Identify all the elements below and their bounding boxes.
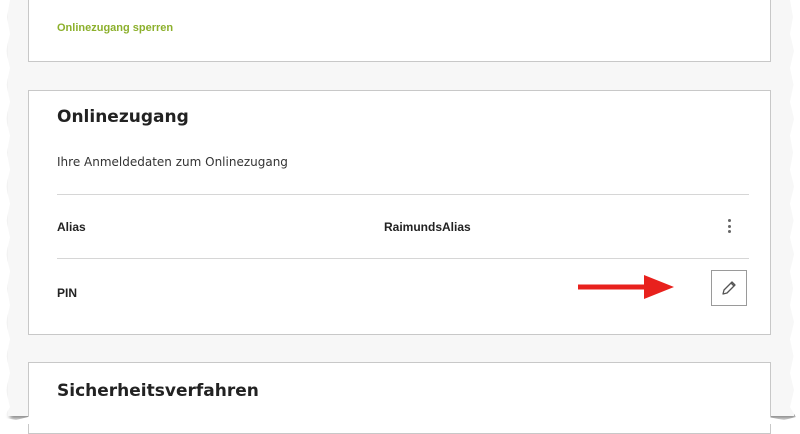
security-procedure-title: Sicherheitsverfahren [57,381,259,401]
lock-access-card: Onlinezugang sperren [28,0,771,62]
pin-label: PIN [57,286,78,300]
alias-label: Alias [57,220,86,234]
alias-value: RaimundsAlias [384,220,471,234]
lock-online-access-link[interactable]: Onlinezugang sperren [57,22,173,34]
red-arrow-icon [578,275,674,299]
online-access-title: Onlinezugang [57,107,189,127]
online-access-subtitle: Ihre Anmeldedaten zum Onlinezugang [57,155,288,169]
divider [57,258,749,259]
edit-pin-button[interactable] [711,270,747,306]
divider [57,194,749,195]
more-vertical-icon[interactable] [722,218,736,234]
pencil-icon [722,281,736,295]
